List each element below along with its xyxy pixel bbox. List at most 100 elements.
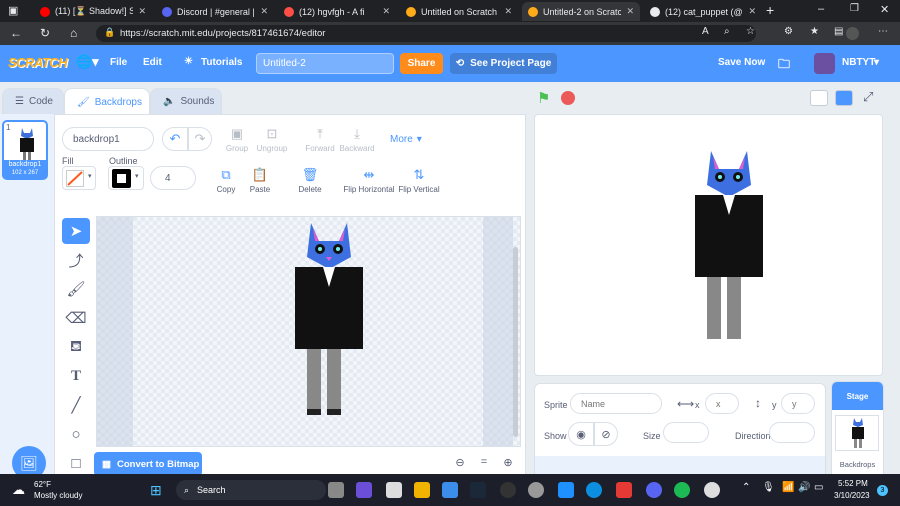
maximize-icon[interactable]: ❐ — [850, 3, 859, 14]
microphone-icon[interactable]: 🎙 — [762, 482, 775, 493]
outline-width-input[interactable] — [150, 166, 196, 190]
volume-icon[interactable]: 🔊 — [798, 482, 810, 493]
close-tab-icon[interactable]: ✕ — [504, 6, 512, 17]
window-menu-icon[interactable]: ▣ — [8, 4, 18, 17]
browser-tab[interactable]: (12) cat_puppet (@cat ✕ — [644, 2, 762, 21]
circle-tool[interactable]: ○ — [62, 421, 90, 447]
text-tool[interactable]: T — [62, 363, 90, 389]
discord-icon[interactable] — [646, 482, 662, 498]
chrome-icon[interactable] — [704, 482, 720, 498]
clock-time[interactable]: 5:52 PM — [838, 479, 868, 488]
stop-icon[interactable] — [561, 91, 575, 105]
spotify-icon[interactable] — [674, 482, 690, 498]
chevron-up-icon[interactable]: ⌃ — [742, 482, 750, 493]
zoom-reset-button[interactable]: = — [474, 456, 494, 474]
browser-tab[interactable]: Untitled-2 on Scratch ✕ — [522, 2, 640, 21]
large-stage-icon[interactable] — [835, 90, 853, 106]
forward-button[interactable]: ⤒ Forward — [304, 126, 336, 153]
zoom-in-button[interactable]: ⊕ — [498, 456, 518, 474]
reload-icon[interactable]: ↻ — [40, 26, 50, 40]
line-tool[interactable]: ╱ — [62, 392, 90, 418]
app-icon[interactable] — [386, 482, 402, 498]
browser-tab[interactable]: Discord | #general | ca ✕ — [156, 2, 274, 21]
file-explorer-icon[interactable] — [414, 482, 430, 498]
redo-button[interactable]: ↷ — [188, 127, 212, 151]
project-title-input[interactable] — [256, 53, 394, 74]
fill-color-picker[interactable]: ▾ — [62, 166, 96, 190]
select-tool[interactable]: ➤ — [62, 218, 90, 244]
convert-to-bitmap-button[interactable]: ▦ Convert to Bitmap — [94, 452, 202, 476]
extensions-icon[interactable]: ⚙ — [784, 26, 793, 37]
flip-vertical-button[interactable]: ⇅ Flip Vertical — [398, 167, 440, 194]
sprite-name-input[interactable] — [570, 393, 662, 414]
eraser-tool[interactable]: ⌫ — [62, 305, 90, 331]
back-icon[interactable]: ← — [10, 26, 22, 40]
tab-sounds[interactable]: 🔈 Sounds — [150, 88, 222, 114]
stage-thumbnail[interactable] — [835, 415, 879, 451]
close-tab-icon[interactable]: ✕ — [260, 6, 268, 17]
tab-backdrops[interactable]: 🖌 Backdrops — [64, 88, 150, 115]
more-icon[interactable]: ⋯ — [878, 26, 888, 37]
rectangle-tool[interactable]: □ — [62, 450, 90, 476]
clock-date[interactable]: 3/10/2023 — [834, 491, 870, 500]
collections-icon[interactable]: ▤ — [834, 26, 843, 37]
task-view-icon[interactable] — [328, 482, 344, 498]
browser-tab[interactable]: (11) [⏳ Shadow!] Son ✕ — [34, 2, 152, 21]
costume-name-input[interactable] — [62, 127, 154, 151]
undo-button[interactable]: ↶ — [162, 127, 188, 151]
url-field[interactable]: 🔒 https://scratch.mit.edu/projects/81746… — [96, 25, 756, 42]
brush-tool[interactable]: 🖌 — [62, 276, 90, 302]
paint-canvas[interactable] — [96, 216, 521, 447]
ungroup-button[interactable]: ⊡ Ungroup — [256, 126, 288, 153]
show-hidden-button[interactable]: ⊘ — [594, 422, 618, 446]
close-tab-icon[interactable]: ✕ — [626, 6, 634, 17]
zoom-icon[interactable]: ⌕ — [724, 26, 730, 37]
edge-icon[interactable] — [586, 482, 602, 498]
backdrop-thumbnail[interactable]: 1 backdrop1 102 x 267 — [2, 120, 48, 180]
close-tab-icon[interactable]: ✕ — [138, 6, 146, 17]
zoom-out-button[interactable]: ⊖ — [450, 456, 470, 474]
game-app-icon[interactable] — [616, 482, 632, 498]
copy-button[interactable]: ⧉ Copy — [213, 167, 239, 194]
app-blue-icon[interactable] — [558, 482, 574, 498]
minimize-icon[interactable]: – — [818, 3, 824, 15]
my-stuff-folder-icon[interactable]: 🗀 — [778, 55, 790, 76]
canvas-scrollbar[interactable] — [513, 247, 518, 437]
github-icon[interactable] — [500, 482, 516, 498]
user-avatar[interactable] — [814, 53, 835, 74]
home-icon[interactable]: ⌂ — [70, 26, 77, 40]
fullscreen-icon[interactable]: ⤢ — [863, 89, 873, 105]
x-input[interactable] — [705, 393, 739, 414]
direction-input[interactable] — [769, 422, 815, 443]
weather-condition[interactable]: Mostly cloudy — [34, 491, 82, 500]
username-menu[interactable]: NBTYT — [842, 57, 875, 68]
small-stage-icon[interactable] — [810, 90, 828, 106]
edit-menu[interactable]: Edit — [143, 57, 162, 68]
paste-button[interactable]: 📋 Paste — [247, 167, 273, 194]
share-button[interactable]: Share — [400, 53, 443, 74]
store-icon[interactable] — [442, 482, 458, 498]
stage-canvas[interactable] — [534, 114, 883, 376]
more-button[interactable]: More ▾ — [390, 130, 435, 148]
language-globe-icon[interactable]: 🌐▾ — [76, 54, 99, 70]
favorite-icon[interactable]: ☆ — [746, 26, 755, 37]
close-tab-icon[interactable]: ✕ — [748, 6, 756, 17]
y-input[interactable] — [781, 393, 815, 414]
see-project-page-button[interactable]: ⟲ See Project Page — [450, 53, 557, 74]
outline-color-picker[interactable]: ▾ — [108, 166, 144, 190]
size-input[interactable] — [663, 422, 709, 443]
close-tab-icon[interactable]: ✕ — [382, 6, 390, 17]
taskbar-search[interactable]: ⌕ Search — [176, 480, 326, 500]
file-menu[interactable]: File — [110, 57, 127, 68]
green-flag-icon[interactable]: ⚑ — [537, 89, 550, 107]
profile-avatar[interactable] — [846, 27, 859, 40]
scratch-logo[interactable]: SCRATCH — [8, 55, 68, 70]
notification-badge[interactable]: 3 — [877, 485, 888, 496]
close-window-icon[interactable]: ✕ — [880, 3, 889, 16]
weather-temp[interactable]: 62°F — [34, 480, 51, 489]
fill-tool[interactable]: ⛾ — [62, 334, 90, 360]
tutorials-button[interactable]: Tutorials — [201, 57, 242, 68]
tab-code[interactable]: ☰ Code — [2, 88, 64, 114]
wifi-icon[interactable]: 📶 — [782, 482, 794, 493]
steam-icon[interactable] — [470, 482, 486, 498]
